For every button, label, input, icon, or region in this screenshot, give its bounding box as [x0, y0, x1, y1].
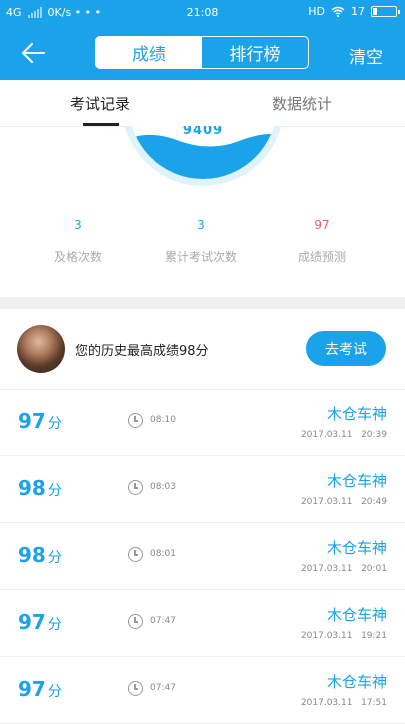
segmented-control: 成绩 排行榜 — [95, 36, 309, 69]
record-score: 98 分 — [18, 543, 62, 567]
record-duration: 08:03 — [150, 482, 176, 492]
stat-value: 3 — [197, 218, 205, 232]
tab-exam-records[interactable]: 考试记录 — [70, 93, 130, 114]
score-gauge: 9409 — [122, 126, 284, 186]
record-score: 97 分 — [18, 677, 62, 701]
score-unit: 分 — [47, 684, 62, 700]
record-time: 17:51 — [361, 698, 387, 708]
record-row[interactable]: 97 分 07:47 木仓车神 2017.03.11 17:51 — [0, 657, 405, 724]
record-date: 2017.03.11 — [300, 698, 353, 708]
stat-label: 成绩预测 — [297, 250, 346, 264]
wifi-icon — [331, 6, 345, 17]
go-exam-button[interactable]: 去考试 — [306, 331, 386, 366]
record-datetime: 2017.03.11 20:01 — [301, 564, 387, 574]
record-datetime: 2017.03.11 20:39 — [301, 430, 387, 440]
record-date: 2017.03.11 — [300, 497, 353, 507]
record-score: 97 分 — [18, 409, 62, 433]
record-date: 2017.03.11 — [300, 430, 353, 440]
record-time: 20:39 — [361, 430, 387, 440]
record-row[interactable]: 97 分 08:10 木仓车神 2017.03.11 20:39 — [0, 389, 405, 456]
clock-icon — [128, 413, 143, 428]
clear-button[interactable]: 清空 — [349, 43, 383, 68]
record-user: 木仓车神 — [326, 405, 387, 423]
stat-label: 累计考试次数 — [164, 250, 237, 264]
record-time: 20:01 — [361, 564, 387, 574]
battery-fill — [373, 8, 377, 15]
record-user: 木仓车神 — [326, 472, 387, 490]
section-divider — [0, 297, 405, 309]
score-gauge-area: 9409 — [0, 126, 405, 196]
record-row[interactable]: 97 分 07:47 木仓车神 2017.03.11 19:21 — [0, 590, 405, 657]
record-time: 19:21 — [361, 631, 387, 641]
score-value: 97 — [18, 677, 46, 701]
score-value: 98 — [18, 543, 46, 567]
tab-bar: 考试记录 数据统计 — [0, 80, 405, 127]
score-value: 97 — [18, 610, 46, 634]
record-user: 木仓车神 — [326, 606, 387, 624]
score-unit: 分 — [47, 483, 62, 499]
stat-score-prediction: 97 成绩预测 — [262, 218, 382, 265]
score-unit: 分 — [47, 550, 62, 566]
segment-scores[interactable]: 成绩 — [96, 37, 202, 68]
clock-icon — [128, 614, 143, 629]
best-score-text: 您的历史最高成绩98分 — [75, 344, 209, 359]
water-wave — [129, 133, 277, 179]
record-row[interactable]: 98 分 08:03 木仓车神 2017.03.11 20:49 — [0, 456, 405, 523]
hd-indicator: HD — [308, 5, 325, 18]
record-duration: 07:47 — [150, 683, 176, 693]
stat-label: 及格次数 — [53, 250, 102, 264]
tab-data-stats[interactable]: 数据统计 — [272, 93, 332, 114]
status-bar: 4G 0K/s • • • 21:08 HD 17 — [0, 0, 405, 26]
score-value: 98 — [18, 476, 46, 500]
battery-percent: 17 — [351, 5, 365, 18]
stat-value: 97 — [314, 218, 330, 232]
avatar[interactable] — [17, 325, 65, 373]
stat-pass-count: 3 及格次数 — [18, 218, 138, 265]
battery-icon — [371, 6, 400, 17]
record-datetime: 2017.03.11 19:21 — [301, 631, 387, 641]
record-user: 木仓车神 — [326, 539, 387, 557]
score-unit: 分 — [47, 617, 62, 633]
record-datetime: 2017.03.11 20:49 — [301, 497, 387, 507]
record-duration: 08:01 — [150, 549, 176, 559]
record-user: 木仓车神 — [326, 673, 387, 691]
record-duration: 08:10 — [150, 415, 176, 425]
record-date: 2017.03.11 — [300, 564, 353, 574]
record-duration: 07:47 — [150, 616, 176, 626]
record-date: 2017.03.11 — [300, 631, 353, 641]
clock-icon — [128, 547, 143, 562]
clock-icon — [128, 681, 143, 696]
title-bar: 成绩 排行榜 清空 — [0, 26, 405, 80]
stat-value: 3 — [74, 218, 82, 232]
back-arrow-icon[interactable] — [18, 38, 50, 68]
stats-row: 3 及格次数 3 累计考试次数 97 成绩预测 — [0, 218, 405, 278]
record-score: 97 分 — [18, 610, 62, 634]
record-time: 20:49 — [361, 497, 387, 507]
records-list: 97 分 08:10 木仓车神 2017.03.11 20:39 98 分 08:0… — [0, 389, 405, 724]
record-row[interactable]: 98 分 08:01 木仓车神 2017.03.11 20:01 — [0, 523, 405, 590]
score-unit: 分 — [47, 416, 62, 432]
record-score: 98 分 — [18, 476, 62, 500]
profile-row: 您的历史最高成绩98分 去考试 — [0, 309, 405, 390]
status-right: HD 17 — [308, 5, 400, 18]
segment-ranking[interactable]: 排行榜 — [202, 37, 308, 68]
record-datetime: 2017.03.11 17:51 — [301, 698, 387, 708]
stat-total-exams: 3 累计考试次数 — [141, 218, 261, 265]
score-value: 97 — [18, 409, 46, 433]
clock-icon — [128, 480, 143, 495]
